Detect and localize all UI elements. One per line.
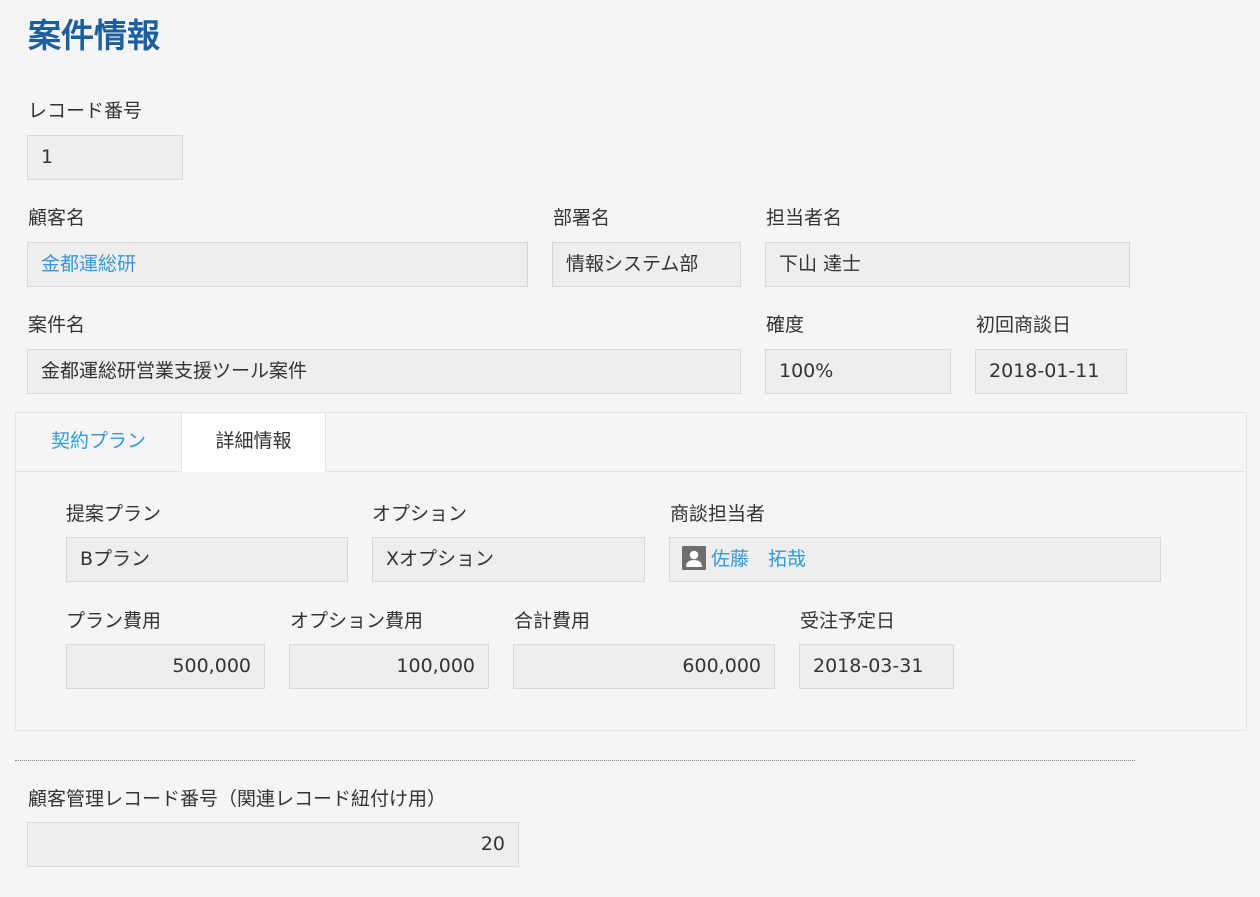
deal-name-label: 案件名 <box>28 314 86 336</box>
department-field: 情報システム部 <box>552 242 741 287</box>
record-number-label: レコード番号 <box>28 100 143 122</box>
customer-name-link[interactable]: 金都運総研 <box>27 242 528 287</box>
total-cost-field: 600,000 <box>513 644 775 689</box>
customer-name-label: 顧客名 <box>28 207 86 229</box>
deal-name-field: 金都運総研営業支援ツール案件 <box>27 349 741 394</box>
total-cost-label: 合計費用 <box>514 610 591 632</box>
plan-cost-field: 500,000 <box>66 644 265 689</box>
sales-rep-label: 商談担当者 <box>670 503 766 525</box>
department-label: 部署名 <box>553 207 611 229</box>
first-meeting-date-field: 2018-01-11 <box>975 349 1127 394</box>
customer-mgmt-record-label: 顧客管理レコード番号（関連レコード紐付け用） <box>28 788 447 810</box>
option-field: Xオプション <box>372 537 645 582</box>
proposed-plan-field: Bプラン <box>66 537 348 582</box>
certainty-field: 100% <box>765 349 951 394</box>
tab-contract-plan[interactable]: 契約プラン <box>16 413 181 471</box>
tab-strip: 契約プラン 詳細情報 <box>16 413 1246 472</box>
person-in-charge-field: 下山 達士 <box>765 242 1130 287</box>
option-cost-label: オプション費用 <box>290 610 424 632</box>
plan-cost-label: プラン費用 <box>66 610 162 632</box>
proposed-plan-label: 提案プラン <box>66 503 162 525</box>
section-divider <box>15 760 1135 761</box>
person-in-charge-label: 担当者名 <box>766 207 843 229</box>
first-meeting-date-label: 初回商談日 <box>976 314 1072 336</box>
tab-details[interactable]: 詳細情報 <box>181 413 326 472</box>
record-number-field: 1 <box>27 135 183 180</box>
order-date-label: 受注予定日 <box>800 610 896 632</box>
customer-mgmt-record-field: 20 <box>27 822 519 867</box>
user-icon <box>682 545 706 570</box>
sales-rep-field: 佐藤 拓哉 <box>669 537 1161 582</box>
page-title: 案件情報 <box>28 16 160 55</box>
sales-rep-link[interactable]: 佐藤 拓哉 <box>711 548 806 570</box>
certainty-label: 確度 <box>766 314 805 336</box>
option-cost-field: 100,000 <box>289 644 489 689</box>
order-date-field: 2018-03-31 <box>799 644 954 689</box>
option-label: オプション <box>372 503 468 525</box>
